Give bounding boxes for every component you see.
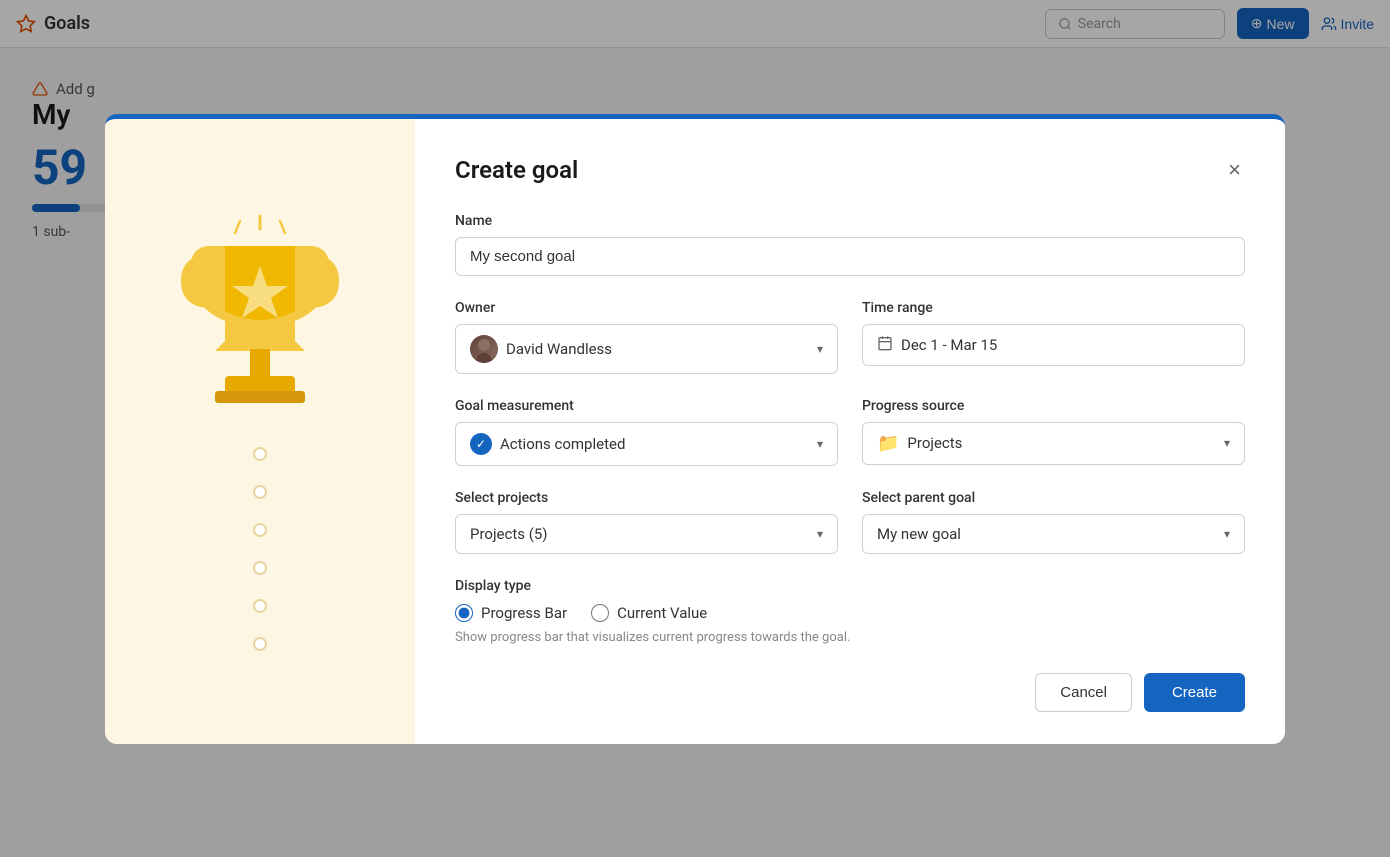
dot-5	[253, 599, 267, 613]
create-button[interactable]: Create	[1144, 673, 1245, 712]
progress-source-select[interactable]: 📁 Projects ▾	[862, 422, 1245, 465]
milestone-dots	[253, 447, 267, 651]
projects-chevron-icon: ▾	[817, 527, 823, 541]
modal-illustration	[105, 119, 415, 744]
owner-time-row: Owner David Wandless ▾ Time range	[455, 300, 1245, 374]
time-range-col: Time range Dec 1 - Mar 15	[862, 300, 1245, 374]
dot-1	[253, 447, 267, 461]
radio-group: Progress Bar Current Value	[455, 604, 1245, 622]
goal-measurement-label: Goal measurement	[455, 398, 838, 414]
display-type-hint: Show progress bar that visualizes curren…	[455, 630, 1245, 645]
avatar-image	[470, 335, 498, 363]
goal-measurement-select[interactable]: ✓ Actions completed ▾	[455, 422, 838, 466]
dot-4	[253, 561, 267, 575]
time-range-label: Time range	[862, 300, 1245, 316]
check-icon: ✓	[470, 433, 492, 455]
projects-parent-row: Select projects Projects (5) ▾ Select pa…	[455, 490, 1245, 554]
current-value-option[interactable]: Current Value	[591, 604, 707, 622]
modal-title: Create goal	[455, 156, 578, 184]
parent-chevron-icon: ▾	[1224, 527, 1230, 541]
progress-source-label: Progress source	[862, 398, 1245, 414]
time-range-content: Dec 1 - Mar 15	[877, 335, 997, 355]
progress-source-col: Progress source 📁 Projects ▾	[862, 398, 1245, 466]
name-section: Name	[455, 213, 1245, 276]
modal-footer: Cancel Create	[455, 673, 1245, 712]
display-type-section: Display type Progress Bar Current Value …	[455, 578, 1245, 645]
owner-avatar	[470, 335, 498, 363]
folder-icon: 📁	[877, 433, 899, 454]
parent-goal-dropdown[interactable]: My new goal ▾	[862, 514, 1245, 554]
parent-goal-content: My new goal	[877, 525, 961, 543]
parent-goal-label: Select parent goal	[862, 490, 1245, 506]
time-range-select[interactable]: Dec 1 - Mar 15	[862, 324, 1245, 366]
select-projects-dropdown[interactable]: Projects (5) ▾	[455, 514, 838, 554]
trophy-icon	[170, 211, 350, 431]
current-value-radio[interactable]	[591, 604, 609, 622]
modal-overlay: Create goal × Name Owner	[0, 0, 1390, 857]
measurement-chevron-icon: ▾	[817, 437, 823, 451]
owner-select[interactable]: David Wandless ▾	[455, 324, 838, 374]
create-goal-modal: Create goal × Name Owner	[105, 114, 1285, 744]
measurement-col: Goal measurement ✓ Actions completed ▾	[455, 398, 838, 466]
owner-col: Owner David Wandless ▾	[455, 300, 838, 374]
projects-col: Select projects Projects (5) ▾	[455, 490, 838, 554]
name-label: Name	[455, 213, 1245, 229]
progress-source-content: 📁 Projects	[877, 433, 962, 454]
parent-goal-col: Select parent goal My new goal ▾	[862, 490, 1245, 554]
cancel-button[interactable]: Cancel	[1035, 673, 1132, 712]
trophy-container	[170, 211, 350, 431]
progress-bar-radio[interactable]	[455, 604, 473, 622]
source-chevron-icon: ▾	[1224, 436, 1230, 450]
dot-6	[253, 637, 267, 651]
modal-form: Create goal × Name Owner	[415, 119, 1285, 744]
dot-3	[253, 523, 267, 537]
owner-select-content: David Wandless	[470, 335, 612, 363]
owner-label: Owner	[455, 300, 838, 316]
calendar-icon	[877, 335, 893, 355]
dot-2	[253, 485, 267, 499]
modal-header: Create goal ×	[455, 155, 1245, 185]
chevron-down-icon: ▾	[817, 342, 823, 356]
select-projects-label: Select projects	[455, 490, 838, 506]
name-input[interactable]	[455, 237, 1245, 276]
measurement-content: ✓ Actions completed	[470, 433, 625, 455]
close-button[interactable]: ×	[1224, 155, 1245, 185]
display-type-label: Display type	[455, 578, 1245, 594]
progress-bar-option[interactable]: Progress Bar	[455, 604, 567, 622]
projects-content: Projects (5)	[470, 525, 548, 543]
measurement-source-row: Goal measurement ✓ Actions completed ▾ P…	[455, 398, 1245, 466]
